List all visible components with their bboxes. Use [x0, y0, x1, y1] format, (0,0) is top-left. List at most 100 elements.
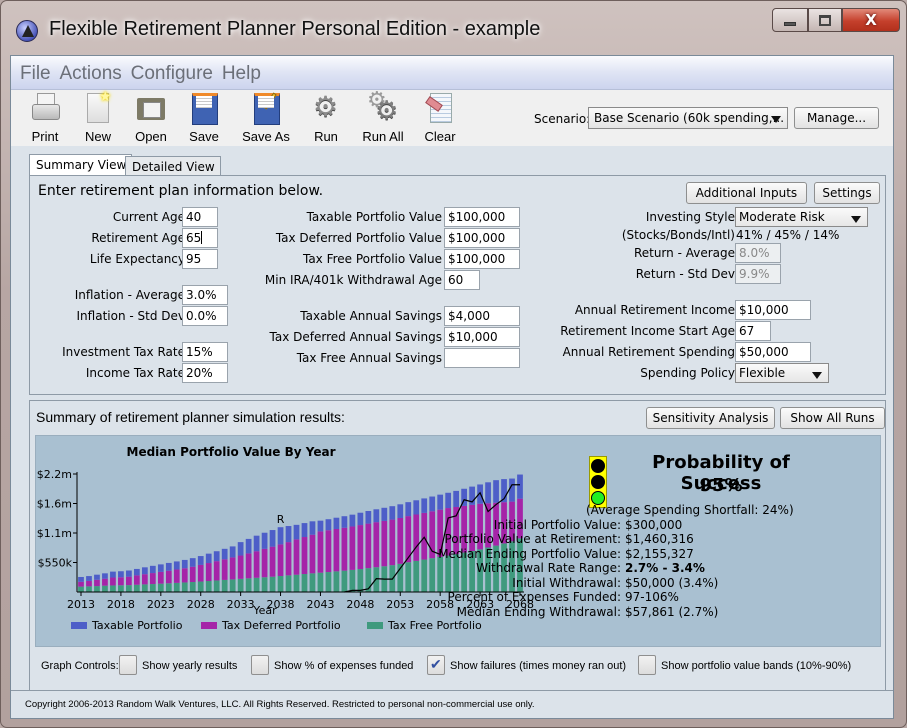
show-yearly-results-label: Show yearly results [142, 660, 238, 672]
bar-taxable-portfolio-2039 [285, 526, 292, 543]
bar-taxable-portfolio-2034 [245, 538, 252, 554]
annual-spending-label: Annual Retirement Spending [562, 345, 735, 359]
annual-spending-input[interactable]: $50,000 [735, 342, 811, 362]
bar-taxable-portfolio-2055 [413, 500, 420, 515]
menu-actions[interactable]: Actions [59, 56, 121, 85]
investing-style-dropdown[interactable]: Moderate Risk [735, 207, 868, 227]
bar-taxable-portfolio-2059 [445, 492, 452, 509]
legend-swatch-tax-deferred [201, 622, 217, 629]
inputs-panel: Enter retirement plan information below.… [29, 175, 886, 395]
investment-tax-rate-input[interactable]: 15% [182, 342, 228, 362]
save-as-label: Save As [242, 129, 290, 144]
bar-taxable-portfolio-2016 [102, 573, 108, 579]
new-label: New [84, 129, 111, 144]
bar-taxable-portfolio-2026 [181, 559, 188, 569]
income-start-age-input[interactable]: 67 [735, 321, 771, 341]
bar-tax-free-portfolio-2022 [149, 584, 156, 592]
bar-taxable-portfolio-2028 [197, 556, 204, 565]
taxable-savings-label: Taxable Annual Savings [300, 309, 442, 323]
additional-inputs-button[interactable]: Additional Inputs [686, 182, 807, 204]
stat-value: $300,000 [625, 517, 683, 532]
bar-tax-deferred-portfolio-2046 [341, 527, 348, 571]
clear-button[interactable]: Clear [418, 92, 462, 144]
bar-tax-free-portfolio-2029 [205, 581, 212, 592]
bar-taxable-portfolio-2053 [397, 504, 404, 518]
bar-taxable-portfolio-2043 [317, 520, 324, 532]
menu-configure[interactable]: Configure [131, 56, 213, 85]
tax-deferred-portfolio-input[interactable]: $100,000 [444, 228, 520, 248]
taxable-savings-input[interactable]: $4,000 [444, 306, 520, 326]
bar-tax-free-portfolio-2019 [126, 585, 132, 592]
menu-help[interactable]: Help [222, 56, 261, 85]
bar-tax-free-portfolio-2016 [102, 585, 108, 592]
annual-income-input[interactable]: $10,000 [735, 300, 811, 320]
return-std-dev-label: Return - Std Dev [635, 267, 735, 281]
probability-value: 95% [699, 475, 743, 496]
investment-tax-rate-label: Investment Tax Rate [62, 345, 185, 359]
bar-taxable-portfolio-2015 [94, 574, 100, 580]
retirement-age-input[interactable]: 65 [182, 228, 218, 248]
run-button[interactable]: Run [305, 90, 347, 144]
sensitivity-analysis-button[interactable]: Sensitivity Analysis [646, 407, 775, 429]
life-expectancy-input[interactable]: 95 [182, 249, 218, 269]
bar-tax-free-portfolio-2014 [86, 586, 92, 592]
open-button[interactable]: Open [129, 92, 173, 144]
maximize-button[interactable] [808, 8, 842, 32]
bar-tax-deferred-portfolio-2017 [110, 577, 116, 586]
bar-taxable-portfolio-2033 [237, 542, 244, 556]
title-bar[interactable]: Flexible Retirement Planner Personal Edi… [1, 1, 906, 59]
bar-tax-free-portfolio-2026 [181, 582, 188, 592]
show-all-runs-button[interactable]: Show All Runs [780, 407, 885, 429]
bar-tax-free-portfolio-2047 [349, 569, 356, 592]
current-age-input[interactable]: 40 [182, 207, 218, 227]
spending-policy-dropdown[interactable]: Flexible [735, 363, 829, 383]
run-all-button[interactable]: Run All [357, 88, 409, 144]
minimize-button[interactable] [772, 8, 808, 32]
min-withdrawal-age-input[interactable]: 60 [444, 270, 480, 290]
y-tick-label: $1.6m [37, 498, 72, 511]
tax-free-portfolio-input[interactable]: $100,000 [444, 249, 520, 269]
save-button[interactable]: Save [182, 92, 226, 144]
x-tick-label: 2018 [107, 598, 135, 611]
bar-tax-free-portfolio-2027 [189, 582, 196, 592]
bar-tax-deferred-portfolio-2038 [277, 544, 284, 577]
inflation-average-input[interactable]: 3.0% [182, 285, 228, 305]
taxable-portfolio-input[interactable]: $100,000 [444, 207, 520, 227]
bar-tax-free-portfolio-2044 [325, 572, 332, 592]
show-value-bands-checkbox[interactable] [638, 655, 656, 675]
bar-taxable-portfolio-2031 [221, 548, 228, 560]
bar-tax-deferred-portfolio-2022 [149, 573, 156, 585]
tax-free-savings-label: Tax Free Annual Savings [296, 351, 442, 365]
investing-style-value: Moderate Risk [739, 210, 825, 224]
annual-income-label: Annual Retirement Income [574, 303, 735, 317]
inputs-intro: Enter retirement plan information below. [38, 183, 324, 199]
bar-tax-free-portfolio-2043 [317, 572, 324, 592]
tax-free-savings-input[interactable] [444, 348, 520, 368]
bar-taxable-portfolio-2036 [261, 532, 268, 549]
settings-button[interactable]: Settings [814, 182, 880, 204]
bar-tax-free-portfolio-2046 [341, 570, 348, 592]
bar-tax-free-portfolio-2031 [221, 579, 228, 592]
tab-detailed-view[interactable]: Detailed View [125, 156, 221, 175]
income-tax-rate-input[interactable]: 20% [182, 363, 228, 383]
show-expenses-funded-checkbox[interactable] [251, 655, 269, 675]
tab-summary-view[interactable]: Summary View [29, 154, 133, 176]
bar-tax-deferred-portfolio-2013 [78, 581, 84, 587]
bar-tax-deferred-portfolio-2035 [253, 551, 260, 578]
new-button[interactable]: New [76, 89, 120, 144]
bar-tax-deferred-portfolio-2026 [181, 568, 188, 583]
scenario-dropdown[interactable]: Base Scenario (60k spending,... [588, 107, 788, 129]
tax-deferred-savings-input[interactable]: $10,000 [444, 327, 520, 347]
save-as-button[interactable]: Save As [236, 92, 296, 144]
folder-open-icon [135, 92, 167, 124]
show-failures-checkbox[interactable] [427, 655, 445, 675]
show-yearly-results-checkbox[interactable] [119, 655, 137, 675]
menu-file[interactable]: File [20, 56, 51, 85]
close-button[interactable]: X [842, 8, 900, 32]
manage-button[interactable]: Manage... [794, 107, 879, 129]
bar-tax-deferred-portfolio-2048 [357, 525, 364, 570]
stat-value: $1,460,316 [625, 532, 694, 546]
window-controls: X [772, 8, 900, 40]
print-button[interactable]: Print [23, 92, 67, 144]
inflation-std-dev-input[interactable]: 0.0% [182, 306, 228, 326]
